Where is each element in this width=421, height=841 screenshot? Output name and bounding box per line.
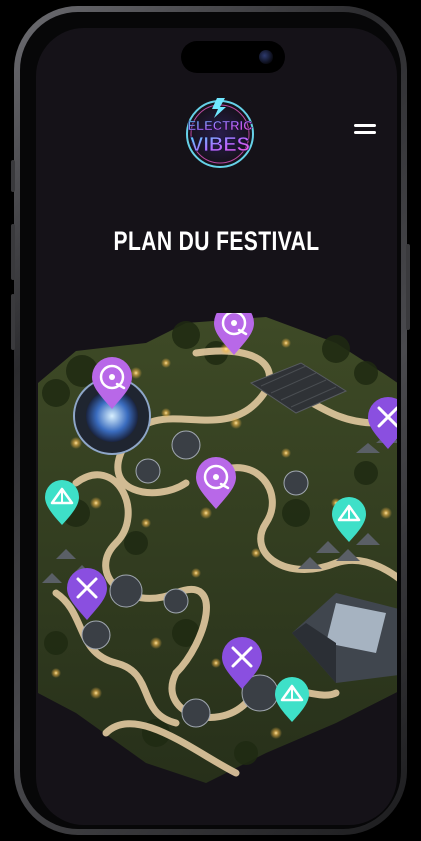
volume-down-button	[11, 294, 15, 350]
front-camera-icon	[259, 50, 273, 64]
page-title: PLAN DU FESTIVAL	[113, 226, 320, 256]
phone-bezel: ELECTRIC VIBES PLAN DU FESTIVAL	[20, 12, 401, 829]
menu-bar-bottom	[354, 131, 376, 134]
logo-text-line1: ELECTRIC	[188, 118, 254, 133]
festival-map[interactable]	[36, 313, 397, 793]
power-button	[406, 244, 410, 330]
dynamic-island	[181, 41, 285, 73]
hamburger-menu-button[interactable]	[354, 124, 376, 140]
electric-vibes-logo[interactable]: ELECTRIC VIBES	[181, 94, 259, 172]
logo-text-line2: VIBES	[190, 134, 250, 156]
screen: ELECTRIC VIBES PLAN DU FESTIVAL	[36, 28, 397, 825]
menu-bar-top	[354, 124, 376, 127]
action-button	[11, 160, 15, 192]
volume-up-button	[11, 224, 15, 280]
phone-frame: ELECTRIC VIBES PLAN DU FESTIVAL	[11, 6, 410, 835]
